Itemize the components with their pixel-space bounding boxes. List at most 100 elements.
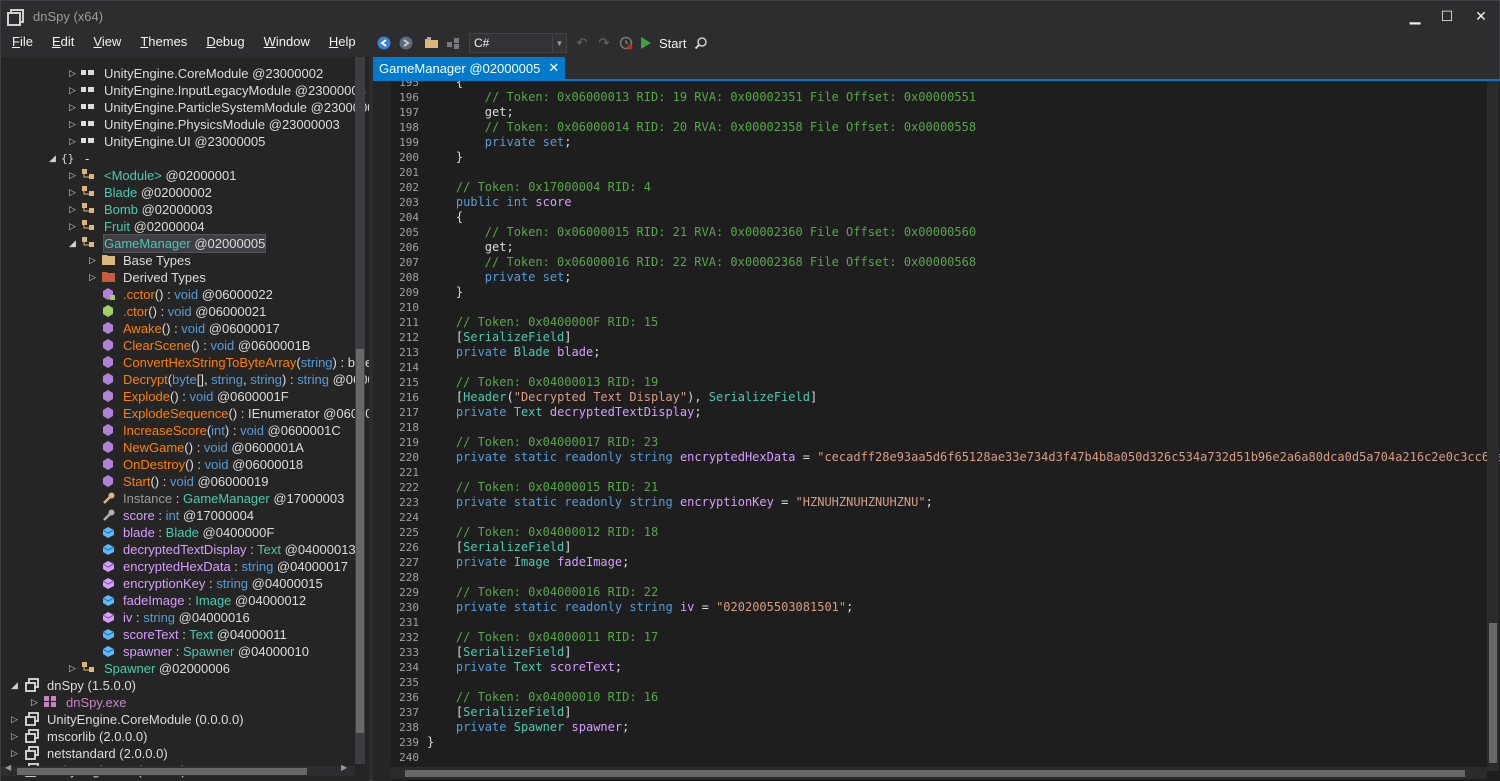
collapsed-arrow-icon[interactable]: ▷: [11, 711, 21, 728]
tree-hscroll-thumb[interactable]: [17, 768, 307, 775]
tree-node[interactable]: decryptedTextDisplay : Text @04000013: [1, 541, 356, 558]
forward-arrow-icon[interactable]: [395, 32, 417, 54]
tab-close-icon[interactable]: ✕: [548, 60, 559, 76]
class-icon: [81, 168, 94, 180]
tree-horizontal-scrollbar[interactable]: ◀ ▶: [1, 763, 355, 776]
tree-node[interactable]: scoreText : Text @04000011: [1, 626, 355, 643]
editor-scroll-thumb[interactable]: [1489, 623, 1497, 763]
menu-window[interactable]: Window: [253, 31, 318, 53]
tree-node[interactable]: ◢ dnSpy (1.5.0.0): [1, 677, 355, 694]
code-editor[interactable]: 195 {196 // Token: 0x06000013 RID: 19 RV…: [373, 81, 1500, 781]
code-line: 218: [391, 420, 1487, 435]
tree-label-part: string: [211, 372, 243, 387]
editor-vertical-scrollbar[interactable]: [1487, 81, 1499, 771]
collapsed-arrow-icon[interactable]: ▷: [69, 99, 79, 116]
scroll-left-icon[interactable]: ◀: [5, 763, 11, 772]
redo-icon[interactable]: ↷: [593, 32, 615, 54]
expanded-arrow-icon[interactable]: ◢: [49, 150, 59, 167]
language-select[interactable]: C# ▼: [469, 33, 567, 53]
assembly-explorer-icon[interactable]: [443, 32, 465, 54]
tree-node[interactable]: ◢ GameManager @02000005: [1, 234, 355, 253]
tree-node[interactable]: ▷ Bomb @02000003: [1, 201, 355, 218]
collapsed-arrow-icon[interactable]: ▷: [89, 269, 99, 286]
editor-horizontal-scrollbar[interactable]: [391, 767, 1487, 779]
tree-node[interactable]: ◢{} -: [1, 150, 355, 167]
tree-node[interactable]: Start() : void @06000019: [1, 473, 355, 490]
expanded-arrow-icon[interactable]: ◢: [69, 235, 79, 252]
tree-node[interactable]: score : int @17000004: [1, 507, 355, 524]
tree-node[interactable]: Instance : GameManager @17000003: [1, 490, 355, 507]
collapsed-arrow-icon[interactable]: ▷: [69, 116, 79, 133]
tree-node[interactable]: ClearScene() : void @0600001B: [1, 337, 355, 354]
tree-node[interactable]: spawner : Spawner @04000010: [1, 643, 355, 660]
collapsed-arrow-icon[interactable]: ▷: [69, 201, 79, 218]
tree-node[interactable]: blade : Blade @0400000F: [1, 524, 355, 541]
tree-node[interactable]: OnDestroy() : void @06000018: [1, 456, 355, 473]
history-icon[interactable]: [615, 32, 637, 54]
tree-node[interactable]: Decrypt(byte[], string, string) : string…: [1, 371, 369, 388]
collapsed-arrow-icon[interactable]: ▷: [69, 184, 79, 201]
collapsed-arrow-icon[interactable]: ▷: [69, 167, 79, 184]
tree-node[interactable]: NewGame() : void @0600001A: [1, 439, 355, 456]
collapsed-arrow-icon[interactable]: ▷: [89, 252, 99, 269]
tree-node[interactable]: ▷ netstandard (2.0.0.0): [1, 745, 355, 762]
tree-vertical-scrollbar[interactable]: [355, 57, 365, 764]
collapsed-arrow-icon[interactable]: ▷: [31, 694, 41, 711]
tree-node[interactable]: ▷ mscorlib (2.0.0.0): [1, 728, 355, 745]
tree-node[interactable]: Awake() : void @06000017: [1, 320, 355, 337]
menu-file[interactable]: File: [1, 31, 41, 53]
minimize-icon[interactable]: ▁: [1397, 1, 1433, 31]
collapsed-arrow-icon[interactable]: ▷: [69, 218, 79, 235]
tree-node[interactable]: IncreaseScore(int) : void @0600001C: [1, 422, 355, 439]
code-token: ;: [622, 555, 630, 569]
start-debug-button[interactable]: Start: [637, 32, 690, 54]
tree-scroll-thumb[interactable]: [356, 349, 364, 733]
tree-node[interactable]: ▷ UnityEngine.CoreModule (0.0.0.0): [1, 711, 355, 728]
line-number: 236: [399, 691, 419, 704]
expanded-arrow-icon[interactable]: ◢: [11, 677, 21, 694]
collapsed-arrow-icon[interactable]: ▷: [11, 745, 21, 762]
collapsed-arrow-icon[interactable]: ▷: [69, 133, 79, 150]
open-folder-icon[interactable]: [421, 32, 443, 54]
undo-icon[interactable]: ↶: [571, 32, 593, 54]
tree-node[interactable]: ▷ Derived Types: [1, 269, 355, 286]
tree-node[interactable]: ▷ <Module> @02000001: [1, 167, 355, 184]
tree-node[interactable]: .cctor() : void @06000022: [1, 286, 355, 303]
tree-node[interactable]: ConvertHexStringToByteArray(string) : by…: [1, 354, 369, 371]
code-line: 199 private set;: [391, 135, 1487, 150]
tree-node[interactable]: ▷ Spawner @02000006: [1, 660, 355, 677]
menu-help[interactable]: Help: [318, 31, 364, 53]
tree-node[interactable]: ▷ UnityEngine.CoreModule @23000002: [1, 65, 355, 82]
tree-node[interactable]: ▷ dnSpy.exe: [1, 694, 355, 711]
tree-node[interactable]: ExplodeSequence() : IEnumerator @0600001…: [1, 405, 369, 422]
menu-debug[interactable]: Debug: [195, 31, 252, 53]
tree-node[interactable]: ▷ Blade @02000002: [1, 184, 355, 201]
collapsed-arrow-icon[interactable]: ▷: [69, 660, 79, 677]
tree-node[interactable]: encryptionKey : string @04000015: [1, 575, 355, 592]
tree-node[interactable]: fadeImage : Image @04000012: [1, 592, 355, 609]
menu-themes[interactable]: Themes: [129, 31, 195, 53]
code-line: 217 private Text decryptedTextDisplay;: [391, 405, 1487, 420]
maximize-icon[interactable]: ☐: [1429, 1, 1465, 31]
tree-node[interactable]: .ctor() : void @06000021: [1, 303, 355, 320]
collapsed-arrow-icon[interactable]: ▷: [69, 82, 79, 99]
menu-edit[interactable]: Edit: [41, 31, 82, 53]
collapsed-arrow-icon[interactable]: ▷: [69, 65, 79, 82]
close-icon[interactable]: ✕: [1463, 1, 1499, 31]
tree-node[interactable]: ▷ UnityEngine.InputLegacyModule @23000003: [1, 82, 366, 99]
tree-node[interactable]: encryptedHexData : string @04000017: [1, 558, 355, 575]
tree-node[interactable]: ▷ UnityEngine.UI @23000005: [1, 133, 355, 150]
menu-view[interactable]: View: [82, 31, 129, 53]
tree-node[interactable]: iv : string @04000016: [1, 609, 355, 626]
collapsed-arrow-icon[interactable]: ▷: [11, 728, 21, 745]
tree-node[interactable]: Explode() : void @0600001F: [1, 388, 355, 405]
tree-node[interactable]: ▷ Fruit @02000004: [1, 218, 355, 235]
tree-node[interactable]: ▷ Base Types: [1, 252, 355, 269]
editor-hscroll-thumb[interactable]: [405, 770, 1465, 777]
tree-node[interactable]: ▷ UnityEngine.ParticleSystemModule @23000…: [1, 99, 369, 116]
tree-node[interactable]: ▷ UnityEngine.PhysicsModule @23000003: [1, 116, 355, 133]
scroll-right-icon[interactable]: ▶: [341, 763, 347, 772]
search-icon[interactable]: [690, 32, 712, 54]
tab-gamemanager[interactable]: GameManager @02000005 ✕: [373, 57, 566, 79]
back-arrow-icon[interactable]: [373, 32, 395, 54]
